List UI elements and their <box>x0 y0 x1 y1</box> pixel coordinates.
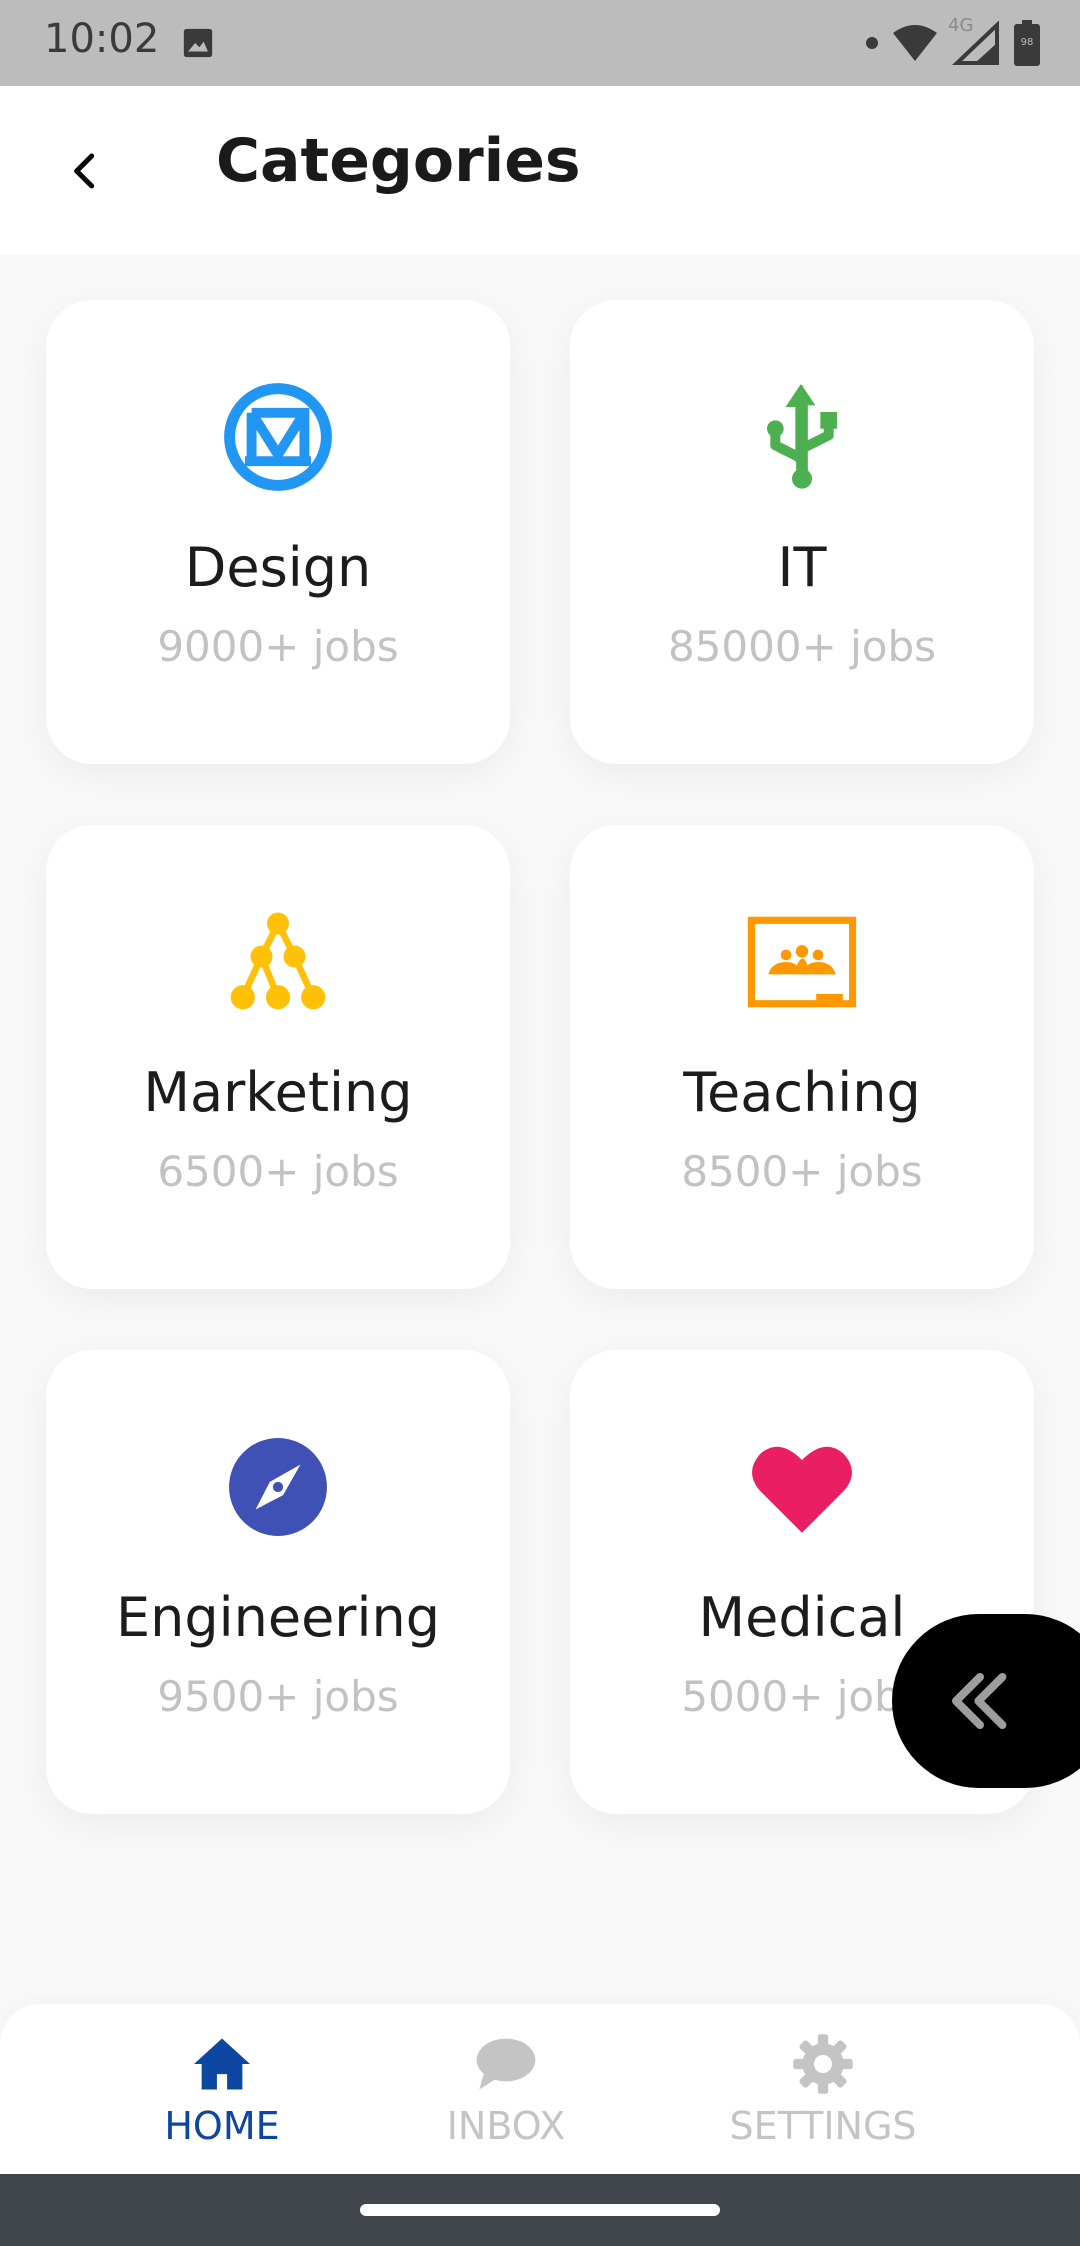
category-grid: Design 9000+ jobs IT 85000+ jobs Marketi… <box>46 300 1036 1814</box>
nav-home-label: HOME <box>164 2104 280 2148</box>
classroom-icon <box>747 907 857 1017</box>
notification-dot-icon <box>866 37 878 49</box>
category-card-engineering[interactable]: Engineering 9500+ jobs <box>46 1350 510 1814</box>
category-job-count: 9500+ jobs <box>157 1672 399 1721</box>
system-navigation-bar <box>0 2174 1080 2246</box>
category-name: Marketing <box>143 1061 413 1124</box>
page-title: Categories <box>216 126 581 196</box>
category-job-count: 6500+ jobs <box>157 1147 399 1196</box>
chat-bubble-icon <box>474 2032 538 2096</box>
nav-settings-label: SETTINGS <box>729 2104 917 2148</box>
category-name: Design <box>184 536 372 599</box>
status-time: 10:02 <box>44 16 160 62</box>
category-job-count: 9000+ jobs <box>157 622 399 671</box>
design-logo-icon <box>223 382 333 492</box>
wifi-icon <box>893 25 937 61</box>
gear-icon <box>791 2032 855 2096</box>
status-icons: 4G 98 <box>866 15 1040 68</box>
category-card-teaching[interactable]: Teaching 8500+ jobs <box>570 825 1034 1289</box>
category-job-count: 8500+ jobs <box>681 1147 923 1196</box>
usb-icon <box>747 382 857 492</box>
nav-home[interactable]: HOME <box>160 2032 284 2148</box>
heart-icon <box>747 1432 857 1542</box>
nav-inbox[interactable]: INBOX <box>444 2032 568 2148</box>
category-job-count: 85000+ jobs <box>667 622 937 671</box>
home-icon <box>190 2032 254 2096</box>
category-name: Teaching <box>683 1061 921 1124</box>
back-button[interactable] <box>50 136 120 206</box>
category-name: Engineering <box>116 1586 440 1649</box>
double-chevron-left-icon <box>952 1673 1007 1729</box>
category-card-design[interactable]: Design 9000+ jobs <box>46 300 510 764</box>
app-header: Categories <box>0 86 1080 254</box>
nav-settings[interactable]: SETTINGS <box>729 2032 917 2148</box>
cell-signal-icon: 4G <box>948 15 1002 65</box>
bottom-navigation: HOME INBOX SETTINGS <box>0 2004 1080 2174</box>
category-name: IT <box>777 536 827 599</box>
battery-level: 98 <box>1020 37 1034 48</box>
category-card-marketing[interactable]: Marketing 6500+ jobs <box>46 825 510 1289</box>
nav-inbox-label: INBOX <box>446 2104 566 2148</box>
category-card-it[interactable]: IT 85000+ jobs <box>570 300 1034 764</box>
home-indicator[interactable] <box>360 2204 720 2216</box>
status-bar: 10:02 4G 98 <box>0 0 1080 86</box>
expand-drawer-button[interactable] <box>892 1614 1080 1788</box>
compass-icon <box>223 1432 333 1542</box>
network-tree-icon <box>223 907 333 1017</box>
back-arrow-icon <box>74 153 95 189</box>
image-notification-icon <box>183 28 213 58</box>
battery-icon: 98 <box>1014 20 1040 66</box>
